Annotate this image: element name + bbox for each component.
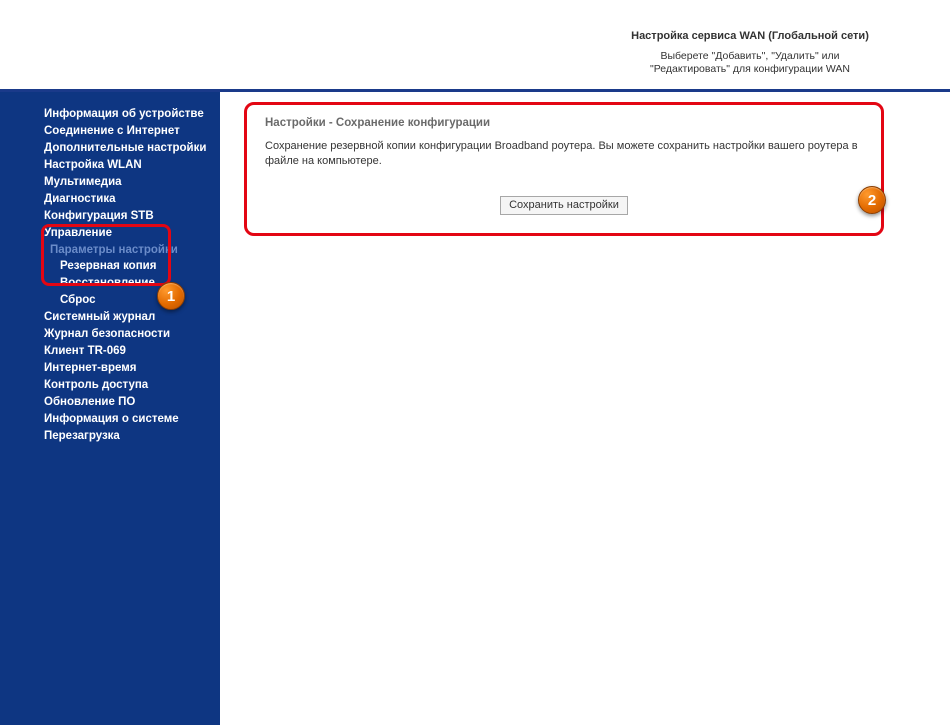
annotation-badge-1: 1 bbox=[157, 282, 185, 310]
config-backup-panel: Настройки - Сохранение конфигурации Сохр… bbox=[244, 102, 884, 236]
sidebar-item-access-control[interactable]: Контроль доступа bbox=[0, 377, 220, 394]
sidebar-item-seclog[interactable]: Журнал безопасности bbox=[0, 326, 220, 343]
save-settings-button[interactable]: Сохранить настройки bbox=[500, 196, 628, 215]
sidebar-item-firmware[interactable]: Обновление ПО bbox=[0, 394, 220, 411]
sidebar-item-diagnostics[interactable]: Диагностика bbox=[0, 191, 220, 208]
sidebar-subitem-reset[interactable]: Сброс bbox=[0, 292, 220, 309]
sidebar: Информация об устройстве Соединение с Ин… bbox=[0, 92, 220, 725]
header-text-block: Настройка сервиса WAN (Глобальной сети) … bbox=[620, 30, 880, 76]
sidebar-item-sysinfo[interactable]: Информация о системе bbox=[0, 411, 220, 428]
sidebar-submenu-heading[interactable]: Параметры настройки bbox=[0, 242, 220, 259]
sidebar-item-syslog[interactable]: Системный журнал bbox=[0, 309, 220, 326]
sidebar-subitem-restore[interactable]: Восстановление bbox=[0, 275, 220, 292]
sidebar-item-internet[interactable]: Соединение с Интернет bbox=[0, 123, 220, 140]
header-subtitle: Выберете "Добавить", "Удалить" или "Реда… bbox=[620, 50, 880, 76]
top-gap bbox=[0, 0, 950, 22]
header-title: Настройка сервиса WAN (Глобальной сети) bbox=[620, 30, 880, 44]
body: Информация об устройстве Соединение с Ин… bbox=[0, 92, 950, 725]
sidebar-item-management[interactable]: Управление bbox=[0, 225, 220, 242]
sidebar-item-multimedia[interactable]: Мультимедиа bbox=[0, 174, 220, 191]
sidebar-item-reboot[interactable]: Перезагрузка bbox=[0, 428, 220, 445]
content-area: Настройки - Сохранение конфигурации Сохр… bbox=[220, 92, 950, 725]
header: Настройка сервиса WAN (Глобальной сети) … bbox=[0, 22, 950, 92]
sidebar-subitem-backup[interactable]: Резервная копия bbox=[0, 258, 220, 275]
sidebar-item-device-info[interactable]: Информация об устройстве bbox=[0, 106, 220, 123]
annotation-badge-2: 2 bbox=[858, 186, 886, 214]
sidebar-item-advanced[interactable]: Дополнительные настройки bbox=[0, 140, 220, 157]
panel-title: Настройки - Сохранение конфигурации bbox=[265, 117, 863, 129]
sidebar-item-wlan[interactable]: Настройка WLAN bbox=[0, 157, 220, 174]
button-row: Сохранить настройки bbox=[265, 195, 863, 215]
panel-description: Сохранение резервной копии конфигурации … bbox=[265, 139, 863, 169]
sidebar-submenu-settings: Параметры настройки Резервная копия Восс… bbox=[0, 242, 220, 310]
sidebar-item-stb[interactable]: Конфигурация STB bbox=[0, 208, 220, 225]
sidebar-item-tr069[interactable]: Клиент TR-069 bbox=[0, 343, 220, 360]
sidebar-item-internet-time[interactable]: Интернет-время bbox=[0, 360, 220, 377]
